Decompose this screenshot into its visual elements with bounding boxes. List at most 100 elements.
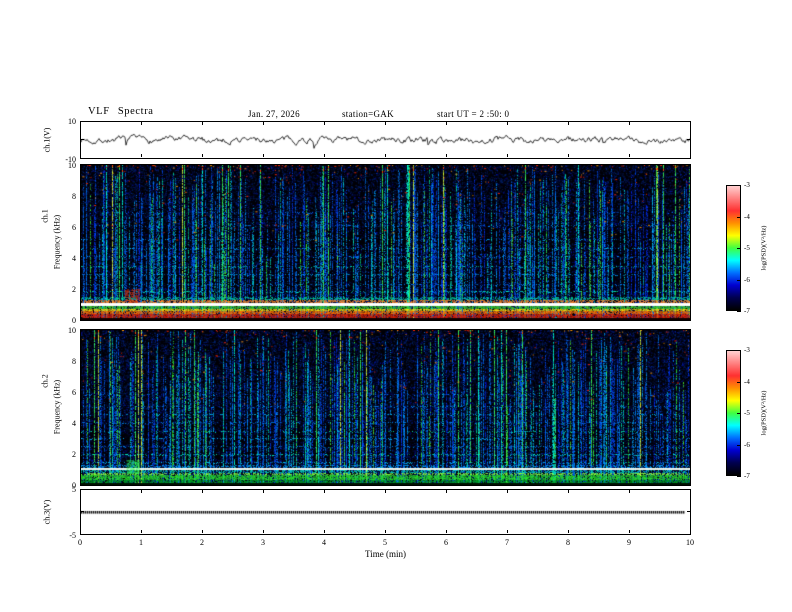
ch2-freq-tick-label: 4 [72, 419, 76, 428]
colorbar2-tick-label: -3 [744, 346, 750, 354]
colorbar1-tick-label: -7 [744, 307, 750, 315]
time-tick-label: 5 [383, 538, 387, 547]
ch1-waveform-canvas [81, 122, 690, 158]
tick-mark [568, 154, 569, 157]
ch2-spectrogram-panel [80, 329, 691, 486]
tick-mark [263, 154, 264, 157]
tick-mark [202, 530, 203, 533]
tick-mark [507, 490, 508, 493]
colorbar1-label: log(PSD)(V²/Hz) [760, 225, 768, 271]
ch3-waveform-canvas [81, 490, 690, 534]
tick-mark [629, 490, 630, 493]
tick-mark [446, 122, 447, 125]
ch2-freq-tick-label: 10 [68, 326, 76, 335]
tick-mark [263, 530, 264, 533]
tick-mark [568, 122, 569, 125]
tick-mark [737, 185, 741, 186]
date-label: Jan. 27, 2026 [248, 109, 300, 119]
tick-mark [629, 530, 630, 533]
time-tick-label: 9 [627, 538, 631, 547]
station-label: station=GAK [342, 109, 394, 119]
tick-mark [81, 511, 84, 512]
tick-mark [202, 490, 203, 493]
tick-mark [737, 216, 741, 218]
tick-mark [141, 530, 142, 533]
ch1-voltage-ylabel: ch.1(V) [42, 127, 52, 153]
tick-mark [80, 122, 81, 125]
ch1-freq-tick-label: 8 [72, 192, 76, 201]
tick-mark [324, 530, 325, 533]
time-tick-label: 3 [261, 538, 265, 547]
tick-mark [202, 122, 203, 125]
time-tick-label: 4 [322, 538, 326, 547]
tick-mark [737, 248, 741, 249]
tick-mark [687, 139, 690, 140]
ch1-volt-tick-label: 10 [68, 117, 76, 126]
time-axis-title: Time (min) [365, 549, 406, 559]
ch3-volt-tick-label: -5 [69, 531, 76, 540]
ch3-voltage-panel [80, 489, 691, 535]
tick-mark [507, 154, 508, 157]
ch1-spectrogram-panel [80, 164, 691, 321]
tick-mark [446, 154, 447, 157]
tick-mark [446, 530, 447, 533]
tick-mark [568, 490, 569, 493]
tick-mark [324, 490, 325, 493]
tick-mark [687, 511, 690, 512]
tick-mark [737, 381, 741, 383]
tick-mark [141, 154, 142, 157]
ch2-spectrogram-canvas [81, 330, 690, 485]
ch1-freq-tick-label: 0 [72, 316, 76, 325]
tick-mark [80, 154, 81, 157]
tick-mark [737, 413, 741, 414]
tick-mark [737, 476, 741, 477]
tick-mark [80, 490, 81, 493]
time-tick-label: 7 [505, 538, 509, 547]
tick-mark [568, 530, 569, 533]
tick-mark [446, 490, 447, 493]
tick-mark [385, 490, 386, 493]
tick-mark [737, 279, 741, 281]
tick-mark [690, 530, 691, 533]
vlf-spectra-figure: VLF Spectra Jan. 27, 2026 station=GAK st… [0, 0, 792, 612]
tick-mark [263, 490, 264, 493]
colorbar2-label: log(PSD)(V²/Hz) [760, 390, 768, 436]
ch1-freq-tick-label: 2 [72, 285, 76, 294]
ch3-volt-tick-label: 5 [72, 485, 76, 494]
colorbar2-tick-label: -5 [744, 409, 750, 417]
colorbar2-tick-label: -6 [744, 440, 750, 449]
time-tick-label: 6 [444, 538, 448, 547]
ch3-voltage-ylabel: ch.3(V) [42, 499, 52, 525]
tick-mark [324, 122, 325, 125]
colorbar1-tick-label: -5 [744, 244, 750, 252]
ch1-freq-tick-label: 4 [72, 254, 76, 263]
tick-mark [385, 530, 386, 533]
tick-mark [507, 122, 508, 125]
tick-mark [81, 139, 84, 140]
tick-mark [141, 122, 142, 125]
ch1-spectrogram-canvas [81, 165, 690, 320]
tick-mark [80, 530, 81, 533]
ch1-freq-tick-label: 6 [72, 223, 76, 232]
ch2-freq-tick-label: 8 [72, 357, 76, 366]
tick-mark [737, 311, 741, 312]
ch2-freq-tick-label: 6 [72, 388, 76, 397]
ch2-spec-channel-label: ch.2 [40, 374, 50, 388]
figure-title: VLF Spectra [88, 106, 154, 117]
time-tick-label: 10 [686, 538, 694, 547]
colorbar2-tick-label: -7 [744, 472, 750, 480]
tick-mark [385, 154, 386, 157]
tick-mark [690, 122, 691, 125]
tick-mark [263, 122, 264, 125]
time-tick-label: 2 [200, 538, 204, 547]
ch1-spec-channel-label: ch.1 [40, 209, 50, 223]
tick-mark [202, 154, 203, 157]
colorbar1-tick-label: -6 [744, 275, 750, 284]
time-tick-label: 1 [139, 538, 143, 547]
tick-mark [629, 122, 630, 125]
tick-mark [690, 490, 691, 493]
colorbar1-tick-label: -3 [744, 181, 750, 189]
tick-mark [385, 122, 386, 125]
tick-mark [737, 350, 741, 351]
colorbar1-tick-label: -4 [744, 212, 750, 221]
